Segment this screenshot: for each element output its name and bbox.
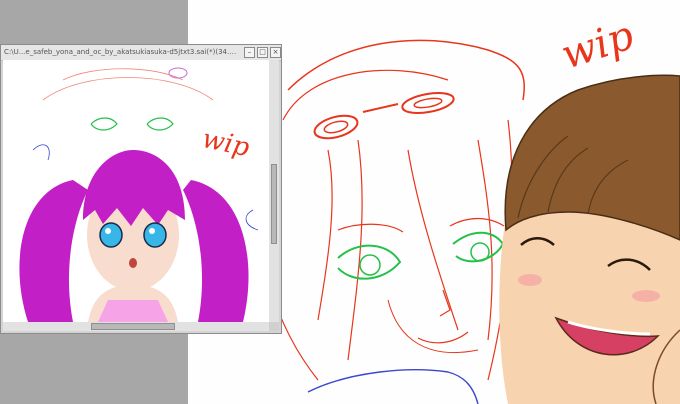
- vertical-scrollbar[interactable]: [269, 60, 279, 322]
- minimize-button[interactable]: –: [244, 47, 255, 58]
- horizontal-scroll-thumb[interactable]: [91, 323, 175, 330]
- sub-artwork: wip: [19, 67, 259, 322]
- maximize-button[interactable]: □: [257, 47, 268, 58]
- sub-wip-text: wip: [200, 124, 253, 163]
- sub-canvas[interactable]: wip: [3, 60, 269, 322]
- sub-window-titlebar[interactable]: C:\U...e_safeb_yona_and_oc_by_akatsukias…: [1, 45, 281, 61]
- scroll-corner: [269, 322, 279, 331]
- wip-text: wip: [556, 12, 639, 78]
- horizontal-scrollbar[interactable]: [3, 322, 269, 331]
- sub-canvas-window[interactable]: C:\U...e_safeb_yona_and_oc_by_akatsukias…: [0, 44, 282, 334]
- vertical-scroll-thumb[interactable]: [271, 164, 277, 244]
- sub-window-title: C:\U...e_safeb_yona_and_oc_by_akatsukias…: [4, 48, 238, 56]
- close-button[interactable]: ×: [270, 47, 281, 58]
